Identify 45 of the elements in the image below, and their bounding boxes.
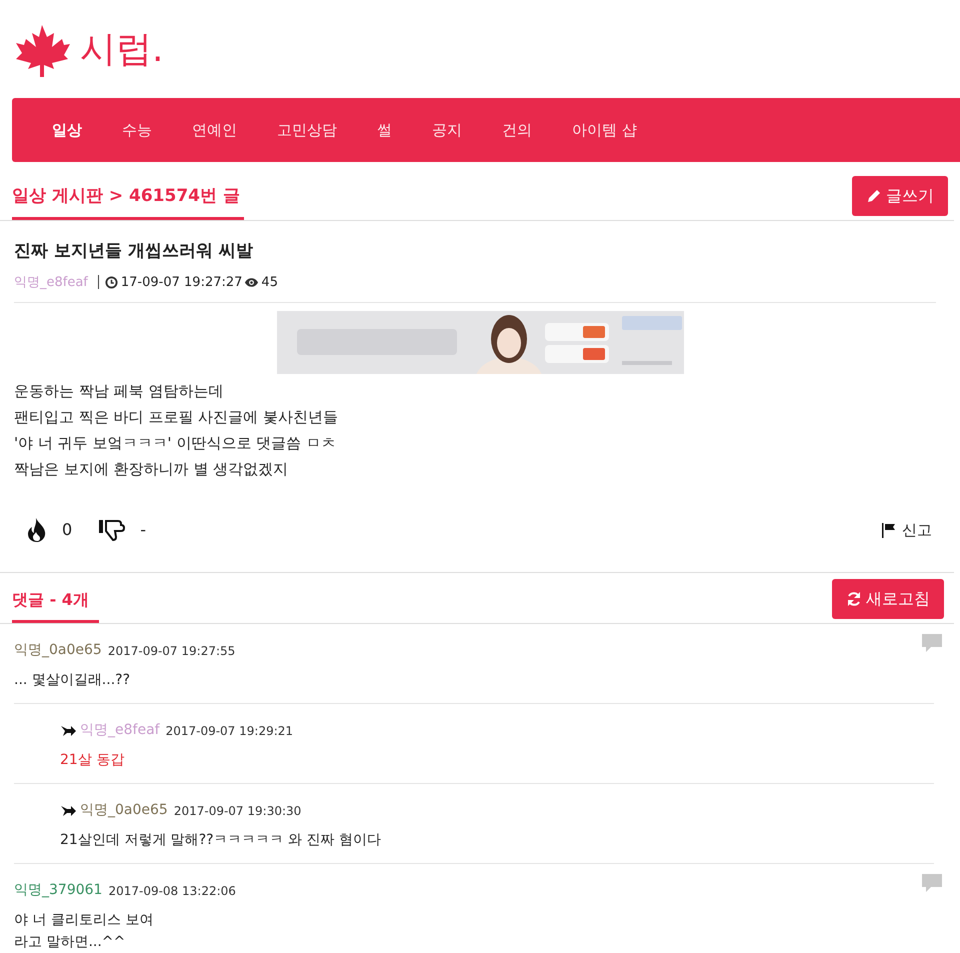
nav-tab[interactable]: 일상	[32, 118, 102, 142]
comment-text: ... 몇살이길래...??	[14, 671, 132, 690]
nav-tab[interactable]: 썰	[357, 118, 412, 142]
nav-tab[interactable]: 고민상담	[257, 118, 357, 142]
flame-icon[interactable]	[26, 517, 48, 543]
nav-tab[interactable]: 공지	[412, 118, 482, 142]
body-text-line: '야 너 귀두 보엌ㅋㅋㅋ' 이딴식으로 댓글씀 ㅁㅊ	[14, 433, 337, 454]
nav-tab[interactable]: 연예인	[172, 118, 257, 142]
comment-text: 21살 동갑	[60, 751, 126, 770]
dislike-count: -	[140, 519, 146, 541]
comment-date: 2017-09-07 19:27:55	[108, 642, 236, 660]
flag-icon[interactable]	[882, 522, 896, 538]
nav-tab[interactable]: 아이템 샵	[552, 118, 657, 142]
maple-leaf-icon	[14, 23, 72, 77]
report-link[interactable]: 신고	[902, 518, 932, 542]
comment-date: 2017-09-08 13:22:06	[108, 882, 236, 900]
view-count: 45	[261, 274, 278, 292]
logo-text[interactable]: 시럽.	[80, 32, 164, 68]
body-text-line: 짝남은 보지에 환장하니까 별 생각없겠지	[14, 459, 290, 480]
author-name[interactable]: 익명_379061	[14, 880, 102, 901]
author-name[interactable]: 익명_e8feaf	[80, 720, 160, 741]
eye-icon	[244, 276, 260, 288]
author-name[interactable]: 익명_0a0e65	[14, 640, 102, 661]
comment-text: 야 너 클리토리스 보여 라고 말하면...^^	[14, 911, 154, 952]
comment-date: 2017-09-07 19:30:30	[174, 802, 302, 820]
refresh-button[interactable]: 새로고침	[832, 579, 944, 619]
author-name[interactable]: 익명_0a0e65	[80, 800, 168, 821]
comments-heading: 댓글 - 4개	[12, 588, 99, 623]
body-text-line: 운동하는 짝남 페북 염탐하는데	[14, 381, 224, 402]
clock-icon	[104, 276, 118, 289]
nav-tab[interactable]: 건의	[482, 118, 552, 142]
like-count: 0	[62, 519, 72, 541]
body-text-line: 팬티입고 찍은 바디 프로필 사진글에 붗사친년들	[14, 407, 339, 428]
breadcrumb: 일상 게시판 > 461574번 글	[12, 184, 244, 220]
post-date: 17-09-07 19:27:27	[120, 274, 242, 292]
nav-tab[interactable]: 수능	[102, 118, 172, 142]
reply-arrow-icon	[60, 724, 76, 736]
author-name[interactable]: 익명_e8feaf	[14, 272, 88, 292]
refresh-icon	[846, 591, 862, 607]
comment-date: 2017-09-07 19:29:21	[166, 722, 294, 740]
post-title: 진짜 보지년들 개씹쓰러워 씨발	[14, 240, 254, 263]
reply-arrow-icon	[60, 804, 76, 816]
pencil-icon	[866, 188, 882, 204]
write-button[interactable]: 글쓰기	[852, 176, 948, 216]
comment-text: 21살인데 저렇게 말해??ㅋㅋㅋㅋㅋ 와 진짜 혐이다	[60, 831, 382, 850]
